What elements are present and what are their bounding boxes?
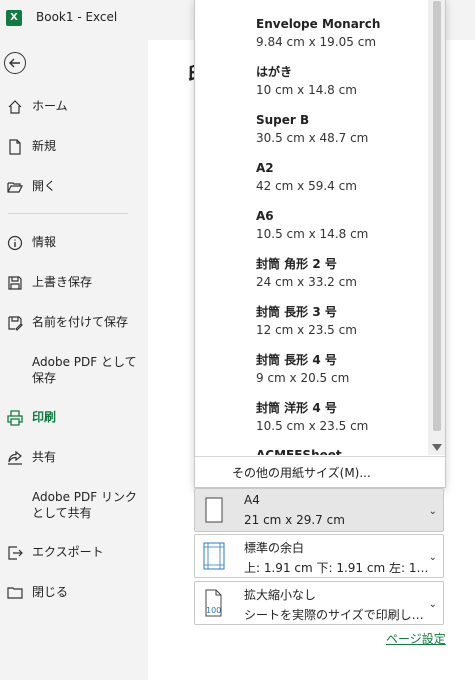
margins-selector[interactable]: 標準の余白 上: 1.91 cm 下: 1.91 cm 左: 1.78 cm 右… <box>194 534 444 578</box>
list-item[interactable]: 封筒 洋形 4 号 10.5 cm x 23.5 cm <box>256 400 368 434</box>
scrollbar-thumb[interactable] <box>433 1 441 431</box>
paper-dims: 30.5 cm x 48.7 cm <box>256 131 369 145</box>
list-item[interactable]: 封筒 長形 3 号 12 cm x 23.5 cm <box>256 304 357 338</box>
paper-name: A2 <box>256 161 274 175</box>
printer-icon <box>7 410 23 426</box>
list-item[interactable]: 封筒 角形 2 号 24 cm x 33.2 cm <box>256 256 357 290</box>
nav-save[interactable]: 上書き保存 <box>0 274 140 294</box>
back-button[interactable] <box>4 52 26 74</box>
paper-dims: 10 cm x 14.8 cm <box>256 83 357 97</box>
paper-dims: 12 cm x 23.5 cm <box>256 323 357 337</box>
nav-info[interactable]: 情報 <box>0 234 140 254</box>
more-paper-sizes-link[interactable]: その他の用紙サイズ(M)... <box>232 464 371 481</box>
margins-title: 標準の余白 <box>244 541 305 555</box>
nav-save-as[interactable]: 名前を付けて保存 <box>0 314 140 334</box>
nav-close-label: 閉じる <box>32 585 69 599</box>
window-title: Book1 - Excel <box>36 10 118 24</box>
page-setup-link[interactable]: ページ設定 <box>386 630 446 647</box>
scaling-selector[interactable]: 100 拡大縮小なし シートを実際のサイズで印刷します ⌄ <box>194 581 444 625</box>
excel-logo-icon: X <box>6 10 22 26</box>
info-icon <box>7 235 23 251</box>
paper-size-title: A4 <box>244 493 260 507</box>
paper-name: Super B <box>256 113 310 127</box>
nav-save-label: 上書き保存 <box>32 275 93 289</box>
paper-size-dropdown[interactable]: Envelope Monarch 9.84 cm x 19.05 cm はがき … <box>194 0 446 488</box>
list-item[interactable]: A6 10.5 cm x 14.8 cm <box>256 208 368 242</box>
nav-home-label: ホーム <box>32 99 68 113</box>
scaling-title: 拡大縮小なし <box>244 588 317 602</box>
paper-dims: 9.84 cm x 19.05 cm <box>256 35 377 49</box>
nav-print-label: 印刷 <box>32 410 57 424</box>
scaling-icon: 100 <box>205 589 222 617</box>
share-icon <box>8 450 22 465</box>
paper-name: Envelope Monarch <box>256 17 381 31</box>
nav-open-label: 開く <box>32 179 57 193</box>
nav-new-label: 新規 <box>32 139 57 153</box>
paper-dims: 24 cm x 33.2 cm <box>256 275 357 289</box>
nav-adobe-pdf[interactable]: Adobe PDF として 保存 <box>0 354 140 388</box>
nav-divider <box>8 213 128 214</box>
paper-dims: 10.5 cm x 14.8 cm <box>256 227 369 241</box>
paper-name: ACMEFSheet <box>256 448 342 455</box>
paper-name: 封筒 長形 3 号 <box>256 305 337 319</box>
list-item[interactable]: ACMEFSheet <box>256 447 342 455</box>
chevron-down-icon: ⌄ <box>428 552 437 563</box>
nav-new[interactable]: 新規 <box>0 138 140 158</box>
nav-home[interactable]: ホーム <box>0 98 140 118</box>
save-as-icon <box>8 316 23 331</box>
paper-name: 封筒 長形 4 号 <box>256 353 337 367</box>
nav-save-as-label: 名前を付けて保存 <box>32 315 129 329</box>
scaling-subtitle: シートを実際のサイズで印刷します <box>244 608 432 622</box>
paper-name: 封筒 洋形 4 号 <box>256 401 337 415</box>
margins-icon <box>203 542 225 570</box>
scroll-down-arrow-icon[interactable] <box>432 444 442 451</box>
nav-share[interactable]: 共有 <box>0 449 140 469</box>
save-icon <box>8 276 22 290</box>
list-item[interactable]: 封筒 長形 4 号 9 cm x 20.5 cm <box>256 352 349 386</box>
paper-dims: 42 cm x 59.4 cm <box>256 179 357 193</box>
home-icon <box>8 100 22 114</box>
nav-adobe-pdf-label: Adobe PDF として 保存 <box>32 355 137 385</box>
list-item[interactable]: Super B 30.5 cm x 48.7 cm <box>256 112 368 146</box>
list-item[interactable]: はがき 10 cm x 14.8 cm <box>256 64 357 98</box>
paper-size-subtitle: 21 cm x 29.7 cm <box>244 513 345 527</box>
close-folder-icon <box>7 587 23 599</box>
paper-name: 封筒 角形 2 号 <box>256 257 337 271</box>
nav-adobe-pdf-link-label: Adobe PDF リンク として共有 <box>32 490 137 520</box>
chevron-down-icon: ⌄ <box>428 599 437 610</box>
paper-name: A6 <box>256 209 274 223</box>
nav-adobe-pdf-link[interactable]: Adobe PDF リンク として共有 <box>0 489 140 523</box>
paper-size-list[interactable]: Envelope Monarch 9.84 cm x 19.05 cm はがき … <box>195 0 427 455</box>
backstage-nav: X Book1 - Excel ホーム 新規 開く 情報 上書き保存 名前を付け… <box>0 0 148 680</box>
new-document-icon <box>9 139 21 155</box>
page-icon <box>205 497 223 523</box>
paper-size-selector[interactable]: A4 21 cm x 29.7 cm ⌄ <box>194 488 444 532</box>
dropdown-scrollbar[interactable] <box>428 0 445 455</box>
paper-name: はがき <box>256 65 293 79</box>
paper-dims: 9 cm x 20.5 cm <box>256 371 350 385</box>
nav-open[interactable]: 開く <box>0 178 140 198</box>
margins-subtitle: 上: 1.91 cm 下: 1.91 cm 左: 1.78 cm 右: 1.78… <box>244 561 432 575</box>
nav-export[interactable]: エクスポート <box>0 544 140 564</box>
scaling-icon-text: 100 <box>206 606 221 615</box>
paper-dims: 10.5 cm x 23.5 cm <box>256 419 369 433</box>
back-arrow-icon <box>9 58 20 68</box>
nav-export-label: エクスポート <box>32 545 104 559</box>
list-item[interactable]: Envelope Monarch 9.84 cm x 19.05 cm <box>256 16 380 50</box>
folder-open-icon <box>7 182 23 193</box>
nav-info-label: 情報 <box>32 235 57 249</box>
nav-share-label: 共有 <box>32 450 57 464</box>
more-paper-sizes-row[interactable]: その他の用紙サイズ(M)... <box>195 456 445 487</box>
chevron-down-icon: ⌄ <box>428 506 437 517</box>
list-item[interactable]: A2 42 cm x 59.4 cm <box>256 160 357 194</box>
export-icon <box>8 546 23 560</box>
nav-print[interactable]: 印刷 <box>0 409 140 429</box>
nav-close[interactable]: 閉じる <box>0 584 140 604</box>
